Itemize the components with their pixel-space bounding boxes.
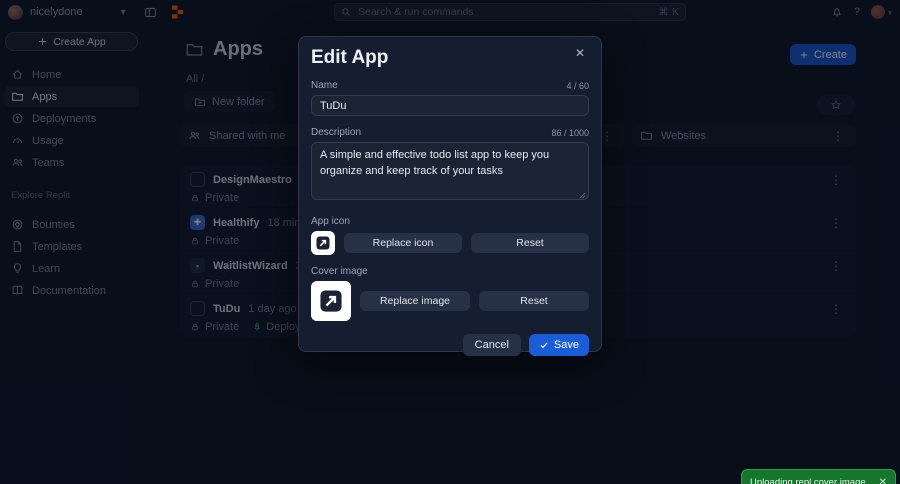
app-icon-label: App icon <box>311 216 350 227</box>
replit-app-window: nicelydone ▾ ⌘ K ? ▾ <box>0 0 900 484</box>
toast-close-icon[interactable]: ✕ <box>879 477 887 484</box>
cover-image-preview <box>311 281 351 321</box>
modal-title: Edit App <box>311 47 389 68</box>
name-char-counter: 4 / 60 <box>566 81 589 91</box>
reset-image-button[interactable]: Reset <box>479 291 589 311</box>
replace-icon-button[interactable]: Replace icon <box>344 233 462 253</box>
description-textarea[interactable]: A simple and effective todo list app to … <box>311 142 589 200</box>
name-input[interactable] <box>311 95 589 116</box>
toast-message: Uploading repl cover image... <box>750 476 873 484</box>
cover-image-label: Cover image <box>311 266 368 277</box>
description-label: Description <box>311 127 362 138</box>
close-icon[interactable]: ✕ <box>569 45 591 61</box>
default-cover-icon <box>320 290 342 312</box>
reset-icon-button[interactable]: Reset <box>471 233 589 253</box>
check-icon <box>540 342 548 349</box>
name-label: Name <box>311 80 338 91</box>
upload-toast: Uploading repl cover image... ✕ <box>741 469 896 484</box>
app-icon-preview <box>311 231 335 255</box>
save-button[interactable]: Save <box>528 334 589 356</box>
replace-image-button[interactable]: Replace image <box>360 291 470 311</box>
default-repl-icon <box>316 236 330 250</box>
description-char-counter: 86 / 1000 <box>551 128 589 138</box>
cancel-button[interactable]: Cancel <box>462 334 521 356</box>
edit-app-modal: Edit App ✕ Name 4 / 60 Description 86 / … <box>298 36 602 356</box>
